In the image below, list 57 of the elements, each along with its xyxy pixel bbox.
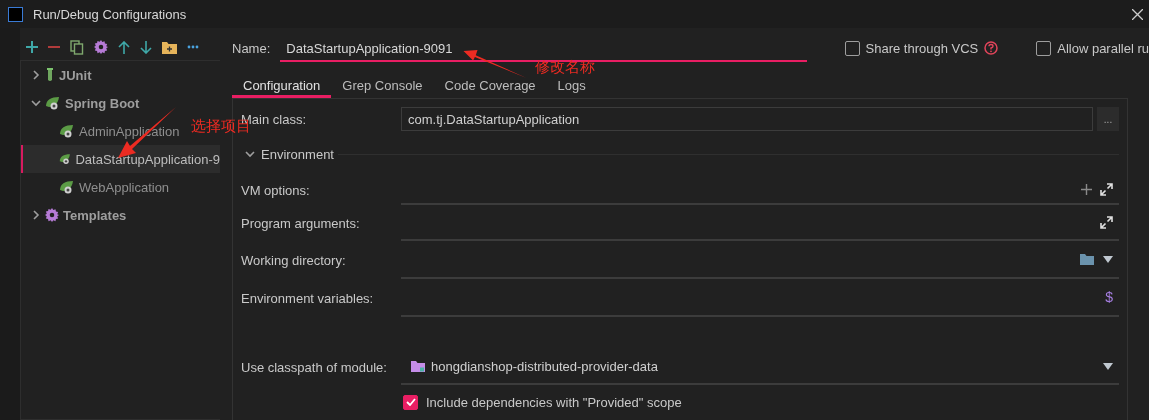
- app-logo-icon: [8, 6, 23, 22]
- tree-group-label[interactable]: Templates: [63, 207, 127, 223]
- add-icon[interactable]: [26, 41, 38, 53]
- name-label: Name:: [232, 40, 271, 56]
- expand-icon[interactable]: [1100, 215, 1113, 229]
- checkbox[interactable]: [844, 40, 860, 56]
- checkbox[interactable]: [1036, 40, 1052, 56]
- expand-icon[interactable]: [1100, 182, 1113, 196]
- new-folder-icon[interactable]: [162, 40, 177, 54]
- section-header[interactable]: Environment: [261, 146, 334, 162]
- gear-icon[interactable]: [45, 208, 59, 222]
- tree-group-label[interactable]: Spring Boot: [65, 95, 140, 111]
- checkbox-label[interactable]: Share through VCS: [865, 40, 979, 56]
- leaf-gear-icon: [45, 96, 61, 110]
- leaf-gear-icon: [59, 152, 72, 166]
- chevron-right-icon[interactable]: [31, 69, 41, 80]
- gear-icon[interactable]: [94, 40, 108, 54]
- dropdown-caret-icon[interactable]: [1103, 255, 1113, 263]
- field-label: Working directory:: [241, 252, 346, 268]
- tab[interactable]: Configuration: [232, 76, 332, 98]
- module-dropdown[interactable]: hongdianshop-distributed-provider-data: [401, 349, 1119, 385]
- browse-button[interactable]: ...: [1097, 107, 1119, 131]
- plus-icon[interactable]: [1081, 183, 1092, 195]
- module-folder-icon: [411, 360, 425, 372]
- checkbox-label[interactable]: Include dependencies with "Provided" scope: [426, 394, 682, 410]
- dollar-icon[interactable]: $: [1105, 289, 1113, 305]
- help-icon[interactable]: [984, 41, 999, 55]
- tab[interactable]: Code Coverage: [433, 76, 547, 98]
- checkbox[interactable]: [403, 394, 418, 410]
- folder-icon[interactable]: [1080, 253, 1095, 265]
- name-field[interactable]: DataStartupApplication-9091: [280, 40, 807, 62]
- input-field[interactable]: $: [401, 279, 1119, 317]
- field-label: VM options:: [241, 182, 310, 198]
- arrow-down-icon[interactable]: [140, 40, 152, 54]
- chevron-right-icon[interactable]: [31, 209, 41, 220]
- main-class-field[interactable]: com.tj.DataStartupApplication: [401, 107, 1093, 131]
- tab[interactable]: Grep Console: [331, 76, 434, 98]
- leaf-gear-icon: [59, 180, 75, 194]
- annotation-text: 修改名称: [535, 59, 595, 75]
- more-icon[interactable]: [187, 45, 199, 49]
- test-tube-icon: [45, 68, 55, 82]
- tab[interactable]: Logs: [546, 76, 597, 98]
- tree-group-label[interactable]: JUnit: [59, 67, 92, 83]
- window-title: Run/Debug Configurations: [33, 6, 188, 22]
- chevron-down-icon[interactable]: [245, 148, 255, 159]
- copy-icon[interactable]: [70, 39, 84, 55]
- field-label: Environment variables:: [241, 290, 374, 306]
- arrow-up-icon[interactable]: [118, 40, 130, 54]
- leaf-gear-icon: [59, 124, 75, 138]
- chevron-down-icon[interactable]: [31, 97, 41, 108]
- field-label: Program arguments:: [241, 215, 360, 231]
- dropdown-caret-icon[interactable]: [1103, 362, 1113, 370]
- tree-item[interactable]: DataStartupApplication-9: [21, 145, 220, 173]
- tree-item[interactable]: WebApplication: [79, 179, 170, 195]
- module-label: Use classpath of module:: [241, 360, 387, 375]
- checkbox-label[interactable]: Allow parallel ru: [1057, 40, 1149, 56]
- close-icon[interactable]: [1132, 8, 1143, 20]
